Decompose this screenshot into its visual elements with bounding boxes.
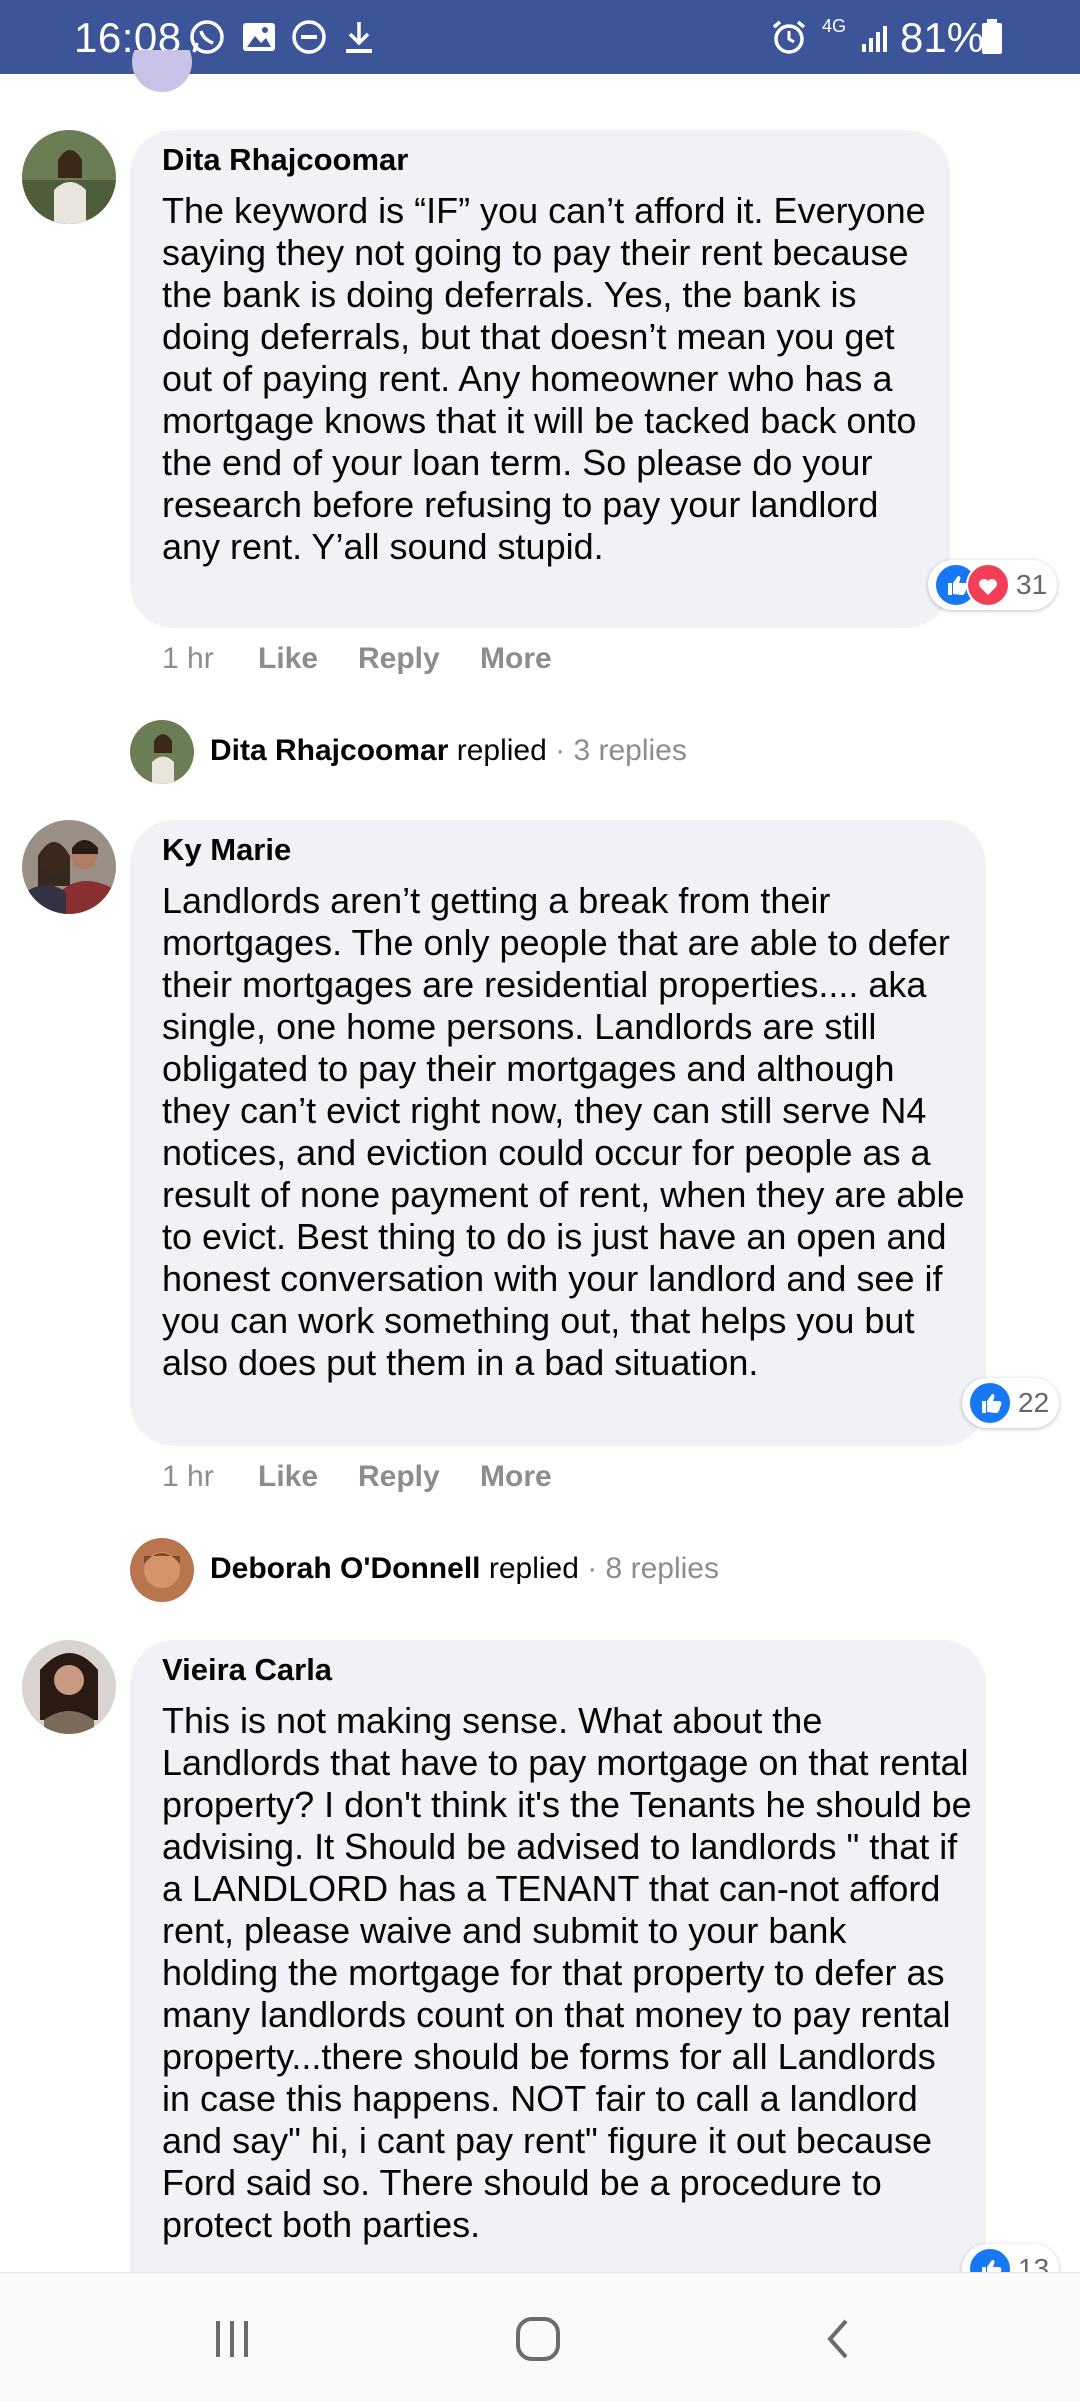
comment-bubble[interactable]: Ky Marie Landlords aren’t getting a brea… — [130, 820, 986, 1446]
reaction-summary[interactable]: 22 — [962, 1378, 1060, 1428]
like-icon — [968, 1381, 1012, 1425]
avatar[interactable] — [22, 820, 116, 914]
avatar[interactable] — [22, 130, 116, 224]
comment-bubble[interactable]: Vieira Carla This is not making sense. W… — [130, 1640, 986, 2360]
avatar-image — [22, 130, 116, 224]
comment-bubble[interactable]: Dita Rhajcoomar The keyword is “IF” you … — [130, 130, 950, 628]
whatsapp-icon — [190, 20, 224, 54]
reply-author: Dita Rhajcoomar — [210, 734, 449, 767]
back-icon[interactable] — [820, 2317, 856, 2361]
gallery-icon — [243, 23, 275, 51]
alarm-icon — [772, 20, 806, 54]
reply-count: · 8 replies — [587, 1552, 719, 1585]
reaction-count: 22 — [1018, 1387, 1050, 1418]
comment-author[interactable]: Vieira Carla — [162, 1652, 332, 1688]
comment-text: Landlords aren’t getting a break from th… — [162, 880, 965, 1383]
home-icon[interactable] — [514, 2315, 562, 2363]
network-type: 4G — [822, 16, 847, 36]
reply-verb: replied — [456, 734, 547, 767]
reaction-count: 31 — [1016, 569, 1048, 600]
more-button[interactable]: More — [480, 642, 552, 676]
signal-icon — [862, 26, 887, 52]
do-not-disturb-icon — [292, 20, 326, 54]
comment-text: The keyword is “IF” you can’t afford it.… — [162, 190, 926, 567]
reply-author: Deborah O'Donnell — [210, 1552, 481, 1585]
reaction-summary[interactable]: 31 — [928, 560, 1058, 610]
more-button[interactable]: More — [480, 1460, 552, 1494]
battery-percent: 81% — [900, 14, 985, 61]
comment-text: This is not making sense. What about the… — [162, 1700, 972, 2245]
comment-author[interactable]: Ky Marie — [162, 832, 291, 868]
avatar-image — [22, 820, 116, 914]
reply-button[interactable]: Reply — [358, 1460, 440, 1494]
reply-count: · 3 replies — [555, 734, 687, 767]
comment-author[interactable]: Dita Rhajcoomar — [162, 142, 408, 178]
avatar-image — [22, 1640, 116, 1734]
reply-button[interactable]: Reply — [358, 642, 440, 676]
like-button[interactable]: Like — [258, 642, 318, 676]
avatar[interactable] — [22, 1640, 116, 1734]
download-icon — [346, 22, 372, 53]
love-icon — [966, 563, 1010, 607]
system-nav-bar — [0, 2272, 1080, 2401]
previous-reply-avatar[interactable] — [132, 50, 192, 92]
reply-avatar — [130, 720, 194, 784]
reply-verb: replied — [488, 1552, 579, 1585]
battery-icon — [982, 19, 1002, 54]
comment-time: 1 hr — [162, 1460, 214, 1493]
reply-avatar — [130, 1538, 194, 1602]
comment-time: 1 hr — [162, 642, 214, 675]
like-button[interactable]: Like — [258, 1460, 318, 1494]
recent-apps-icon[interactable] — [210, 2317, 254, 2361]
